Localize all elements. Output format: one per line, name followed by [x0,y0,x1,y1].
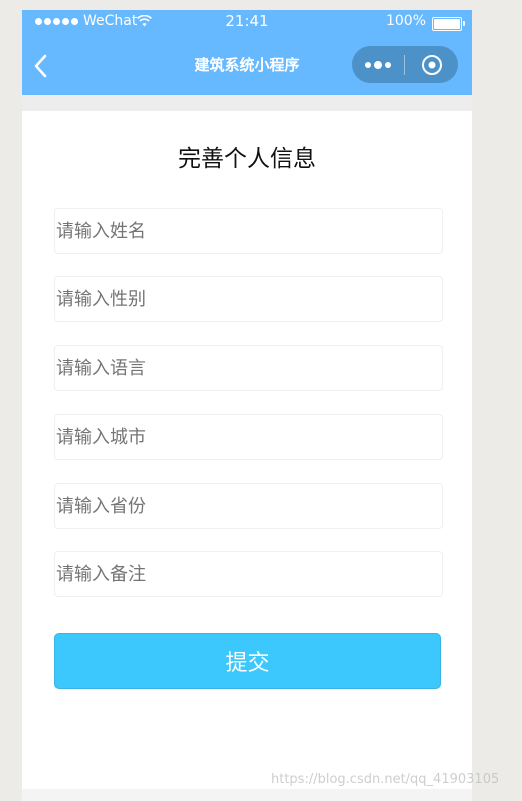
province-input[interactable] [54,483,443,529]
menu-capsule [352,46,458,83]
target-close-icon [421,54,442,75]
close-miniprogram-button[interactable] [405,46,458,83]
battery-percent: 100% [385,13,426,29]
more-button[interactable] [352,46,404,83]
name-input[interactable] [54,208,443,254]
gender-input[interactable] [54,276,443,322]
watermark-text: https://blog.csdn.net/qq_41903105 [271,772,500,787]
phone-screen: WeChat 21:41 100% 建筑系统小程序 完善个人信息 请输入姓名 请… [22,10,472,801]
app-header: WeChat 21:41 100% 建筑系统小程序 [22,10,472,95]
remark-input[interactable] [54,551,443,597]
header-separator [22,95,472,111]
city-input[interactable] [54,414,443,460]
bottom-strip [22,789,472,801]
page-title: 完善个人信息 [178,146,316,172]
more-dots-icon [365,60,391,69]
submit-button[interactable]: 提交 [54,633,441,689]
battery-icon [432,17,465,31]
language-input[interactable] [54,345,443,391]
status-bar: WeChat 21:41 100% [22,10,472,34]
